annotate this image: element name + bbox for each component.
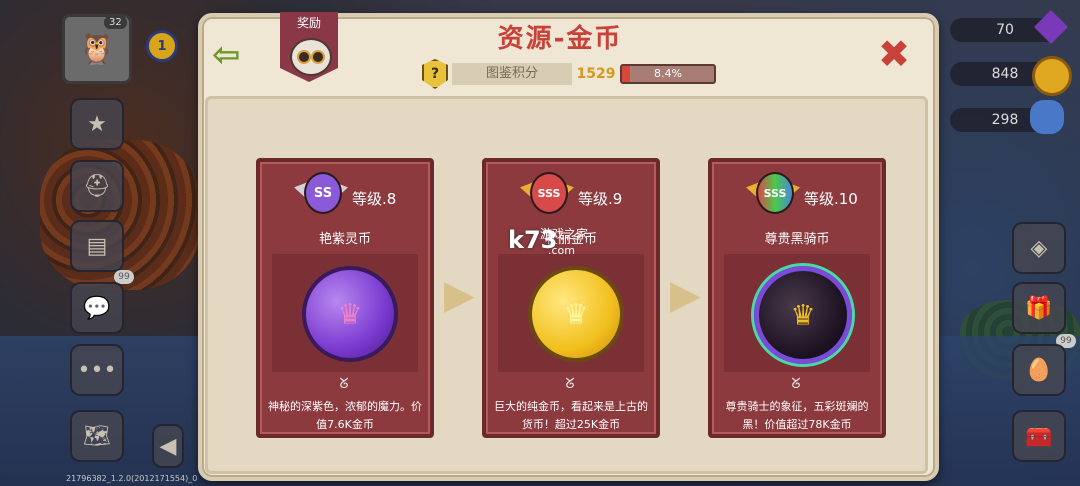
left-arrow-button[interactable]: ◀ bbox=[152, 424, 184, 468]
score-label: 图鉴积分 bbox=[452, 63, 572, 85]
coin-display: ♛ bbox=[272, 254, 418, 372]
map-button[interactable]: 🗺 bbox=[70, 410, 124, 462]
rank-ss-icon: SS bbox=[294, 172, 348, 214]
watermark-subtitle: 游戏之家 bbox=[540, 227, 589, 241]
gold-coin-icon[interactable] bbox=[1032, 56, 1072, 96]
book-button[interactable]: ▤ bbox=[70, 220, 124, 272]
chest-button[interactable]: 🧰 bbox=[1012, 410, 1066, 462]
egg-icon: 🥚 bbox=[1025, 357, 1053, 383]
rune-mark-icon: ᘜ bbox=[565, 376, 575, 392]
card-description: 尊贵骑士的象征，五彩斑斓的黑！价值超过78K金币 bbox=[725, 400, 869, 431]
progress-text: 8.4% bbox=[654, 67, 682, 80]
collection-score-bar: ? 图鉴积分 1529 8.4% bbox=[422, 59, 716, 89]
coin-display: ♛ bbox=[498, 254, 644, 372]
upgrade-arrow-icon: ▶ bbox=[670, 272, 701, 318]
version-text: 21796382_1.2.0(2012171554)_0 bbox=[66, 474, 198, 483]
chevron-left-icon: ◀ bbox=[159, 433, 177, 459]
purple-coin-icon: ♛ bbox=[302, 266, 398, 362]
coin-display: ♛ bbox=[724, 254, 870, 372]
star-icon: ★ bbox=[87, 111, 107, 137]
gift-button[interactable]: 🎁 bbox=[1012, 282, 1066, 334]
card-name: 艳紫灵币 bbox=[318, 232, 371, 247]
rune-mark-icon: ᘜ bbox=[791, 376, 801, 392]
rune-mark-icon: ᘜ bbox=[339, 376, 349, 392]
back-button[interactable]: ⇦ bbox=[212, 38, 248, 72]
chest-icon: 🧰 bbox=[1025, 423, 1053, 449]
card-level: 等级.9 bbox=[578, 190, 623, 208]
black-coin-icon: ♛ bbox=[754, 266, 852, 364]
knight-button[interactable]: ⛑ bbox=[70, 160, 124, 212]
gold-coin-big-icon: ♛ bbox=[528, 266, 624, 362]
rune-button[interactable]: ◈ bbox=[1012, 222, 1066, 274]
star-button[interactable]: ★ bbox=[70, 98, 124, 150]
card-name: 尊贵黑骑币 bbox=[764, 232, 830, 247]
coin-card-purple[interactable]: SS 等级.8 艳紫灵币 ♛ ᘜ 神秘的深紫色，浓郁的魔力。价值7.6K金币 bbox=[256, 158, 434, 438]
owl-icon bbox=[290, 38, 332, 76]
arrow-left-icon: ⇦ bbox=[212, 35, 241, 75]
chat-icon: 💬 bbox=[83, 295, 111, 321]
help-icon[interactable]: ? bbox=[422, 59, 448, 89]
close-icon: ✖ bbox=[878, 32, 910, 76]
page-title: 资源-金币 bbox=[497, 24, 623, 54]
more-icon: ••• bbox=[77, 357, 117, 383]
card-description: 神秘的深紫色，浓郁的魔力。价值7.6K金币 bbox=[268, 400, 422, 431]
blue-gem-icon[interactable] bbox=[1030, 100, 1064, 134]
score-value: 1529 bbox=[576, 66, 616, 82]
upgrade-arrow-icon: ▶ bbox=[444, 272, 475, 318]
card-description: 巨大的纯金币，看起来是上古的货币！超过25K金币 bbox=[494, 400, 648, 431]
player-level-badge: 32 bbox=[104, 16, 127, 29]
gift-icon: 🎁 bbox=[1025, 295, 1053, 321]
more-button[interactable]: ••• bbox=[70, 344, 124, 396]
map-icon: 🗺 bbox=[83, 423, 111, 449]
rank-sss-icon: SSS bbox=[520, 172, 574, 214]
rune-icon: ◈ bbox=[1030, 235, 1048, 261]
rank-sss-icon: SSS bbox=[746, 172, 800, 214]
helmet-icon: ⛑ bbox=[83, 173, 111, 199]
coin-card-gold[interactable]: SSS 等级.9 壮丽金币 ♛ ᘜ 巨大的纯金币，看起来是上古的货币！超过25K… bbox=[482, 158, 660, 438]
chat-button[interactable]: 💬 bbox=[70, 282, 124, 334]
book-icon: ▤ bbox=[86, 233, 108, 259]
watermark-domain: .com bbox=[548, 244, 575, 257]
card-level: 等级.8 bbox=[352, 190, 397, 208]
egg-button[interactable]: 🥚 bbox=[1012, 344, 1066, 396]
coin-card-black[interactable]: SSS 等级.10 尊贵黑骑币 ♛ ᘜ 尊贵骑士的象征，五彩斑斓的黑！价值超过7… bbox=[708, 158, 886, 438]
score-progress-bar: 8.4% bbox=[620, 64, 716, 84]
rank-badge-icon[interactable]: 1 bbox=[146, 30, 178, 62]
close-button[interactable]: ✖ bbox=[876, 35, 912, 73]
reward-flag-label: 奖励 bbox=[296, 16, 321, 30]
card-level: 等级.10 bbox=[804, 190, 858, 208]
